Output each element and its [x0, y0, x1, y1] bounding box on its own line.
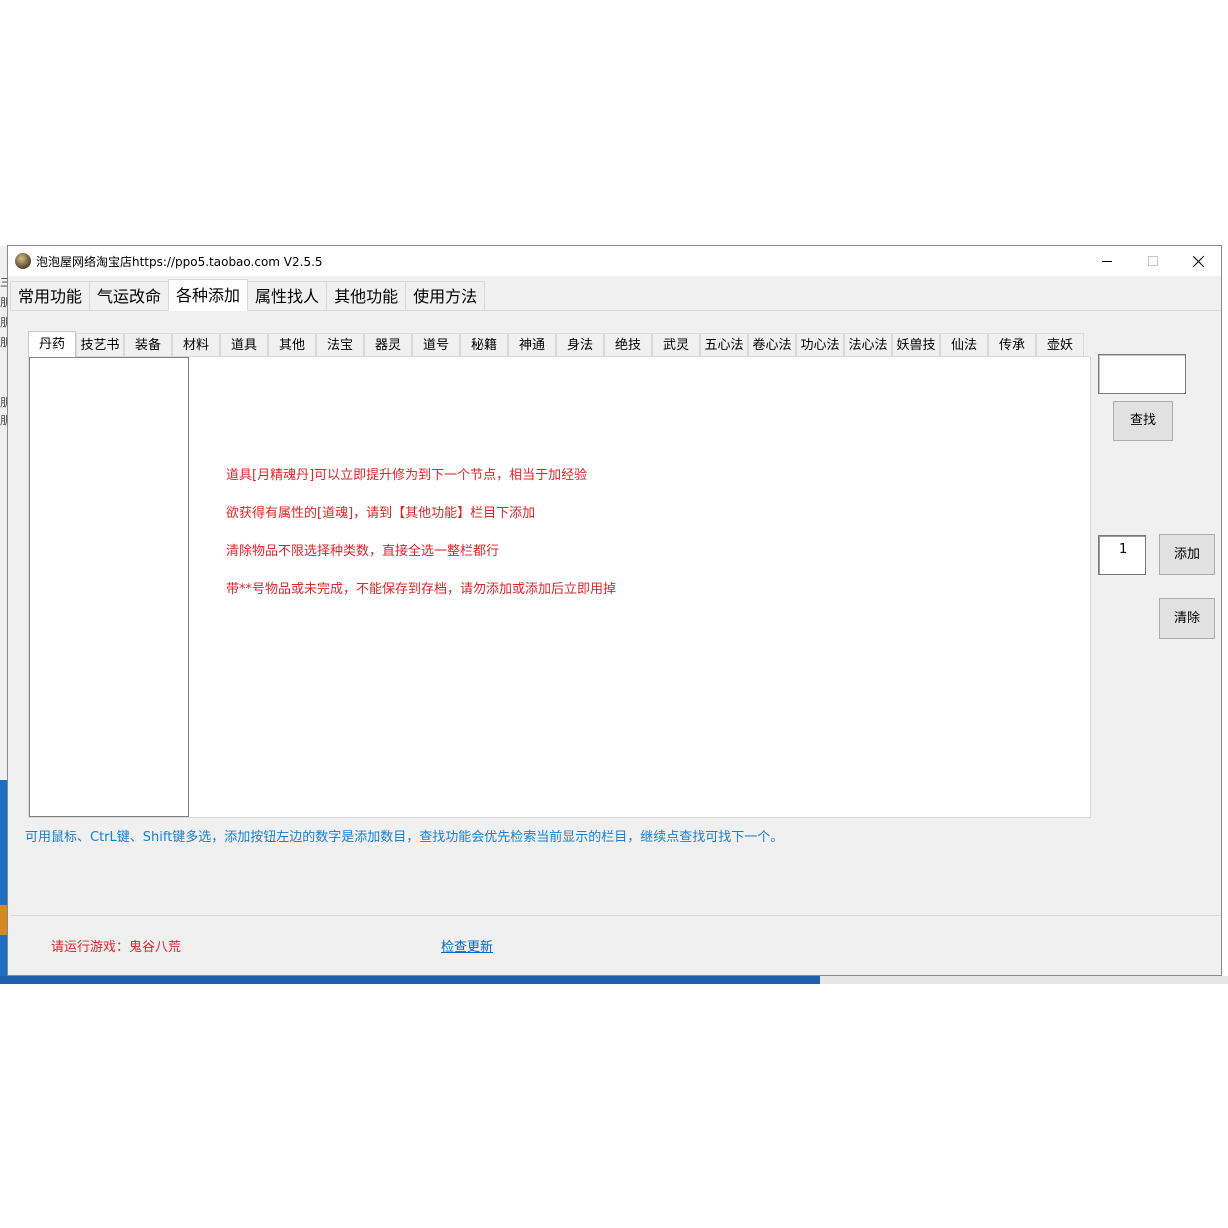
tab-find-by-attribute[interactable]: 属性找人 — [247, 281, 328, 311]
subtab-spell-heart-methods[interactable]: 法心法 — [844, 333, 892, 357]
info-text: 欲获得有属性的[道魂]，请到【其他功能】栏目下添加 — [226, 506, 536, 521]
subtab-scroll-heart-methods[interactable]: 卷心法 — [748, 333, 796, 357]
tab-common-functions[interactable]: 常用功能 — [10, 281, 91, 311]
maximize-icon — [1148, 256, 1158, 266]
subtab-treasures[interactable]: 法宝 — [316, 333, 364, 357]
item-listbox[interactable] — [29, 357, 189, 817]
main-tab-bar: 常用功能 气运改命 各种添加 属性找人 其他功能 使用方法 — [10, 279, 486, 311]
subtab-beast-skills[interactable]: 妖兽技 — [892, 333, 940, 357]
search-input[interactable] — [1098, 354, 1186, 394]
category-tab-bar: 丹药 技艺书 装备 材料 道具 其他 法宝 器灵 道号 秘籍 神通 身法 绝技 … — [28, 331, 1084, 357]
taskbar-fragment — [0, 976, 820, 984]
add-items-panel: 丹药 技艺书 装备 材料 道具 其他 法宝 器灵 道号 秘籍 神通 身法 绝技 … — [10, 310, 1221, 974]
subtab-materials[interactable]: 材料 — [172, 333, 220, 357]
subtab-skill-heart-methods[interactable]: 功心法 — [796, 333, 844, 357]
subtab-pills[interactable]: 丹药 — [28, 331, 76, 357]
subtab-dao-titles[interactable]: 道号 — [412, 333, 460, 357]
divider — [10, 915, 1221, 916]
app-window: 泡泡屋网络淘宝店https://ppo5.taobao.com V2.5.5 常… — [7, 245, 1222, 976]
subtab-ultimate-skills[interactable]: 绝技 — [604, 333, 652, 357]
tab-add-items[interactable]: 各种添加 — [168, 279, 249, 311]
close-button[interactable] — [1176, 246, 1222, 276]
subtab-equipment[interactable]: 装备 — [124, 333, 172, 357]
search-button[interactable]: 查找 — [1113, 401, 1173, 441]
clear-button[interactable]: 清除 — [1159, 598, 1215, 639]
info-text: 道具[月精魂丹]可以立即提升修为到下一个节点，相当于加经验 — [226, 468, 588, 483]
info-text: 带**号物品或未完成，不能保存到存档，请勿添加或添加后立即用掉 — [226, 582, 617, 597]
tab-content-area: 道具[月精魂丹]可以立即提升修为到下一个节点，相当于加经验 欲获得有属性的[道魂… — [28, 356, 1091, 818]
subtab-artifact-spirits[interactable]: 器灵 — [364, 333, 412, 357]
subtab-props[interactable]: 道具 — [220, 333, 268, 357]
window-title: 泡泡屋网络淘宝店https://ppo5.taobao.com V2.5.5 — [36, 255, 323, 269]
app-logo-icon — [15, 253, 31, 269]
minimize-icon — [1102, 260, 1112, 262]
quantity-input[interactable]: 1 — [1098, 535, 1146, 575]
desktop-background-bottom — [820, 976, 1228, 984]
close-icon — [1193, 255, 1205, 267]
subtab-secret-books[interactable]: 秘籍 — [460, 333, 508, 357]
subtab-martial-spirits[interactable]: 武灵 — [652, 333, 700, 357]
minimize-button[interactable] — [1084, 246, 1130, 276]
add-button[interactable]: 添加 — [1159, 534, 1215, 575]
subtab-other[interactable]: 其他 — [268, 333, 316, 357]
subtab-movement[interactable]: 身法 — [556, 333, 604, 357]
subtab-skill-books[interactable]: 技艺书 — [76, 333, 124, 357]
subtab-five-heart-methods[interactable]: 五心法 — [700, 333, 748, 357]
tab-usage[interactable]: 使用方法 — [405, 281, 486, 311]
subtab-inheritance[interactable]: 传承 — [988, 333, 1036, 357]
title-bar[interactable]: 泡泡屋网络淘宝店https://ppo5.taobao.com V2.5.5 — [8, 246, 1221, 276]
usage-hint: 可用鼠标、CtrL键、Shift键多选，添加按钮左边的数字是添加数目，查找功能会… — [25, 830, 784, 845]
check-update-link[interactable]: 检查更新 — [441, 936, 493, 955]
maximize-button[interactable] — [1130, 246, 1176, 276]
subtab-divine-powers[interactable]: 神通 — [508, 333, 556, 357]
tab-other-functions[interactable]: 其他功能 — [326, 281, 407, 311]
subtab-gourd-demons[interactable]: 壶妖 — [1036, 333, 1084, 357]
game-status-text: 请运行游戏：鬼谷八荒 — [51, 940, 182, 955]
subtab-immortal-spells[interactable]: 仙法 — [940, 333, 988, 357]
tab-fortune-change[interactable]: 气运改命 — [89, 281, 170, 311]
info-text: 清除物品不限选择种类数，直接全选一整栏都行 — [226, 544, 500, 559]
